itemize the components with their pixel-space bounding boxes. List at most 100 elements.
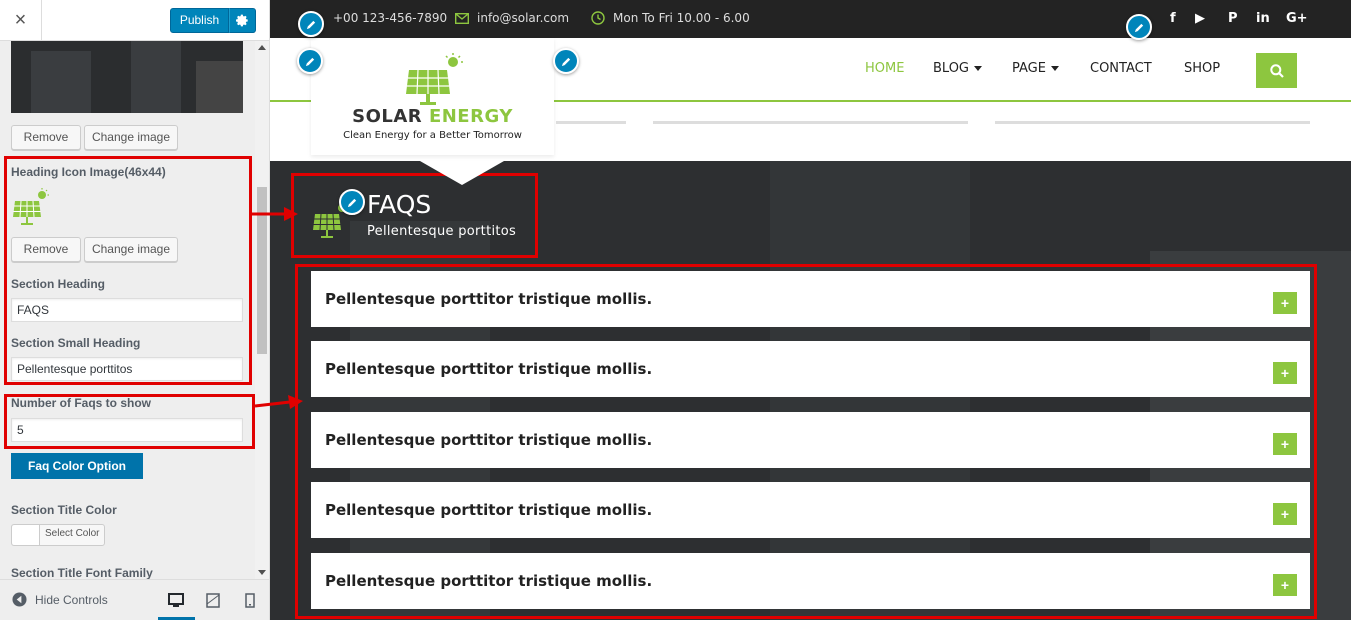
expand-plus-icon[interactable]: + bbox=[1273, 503, 1297, 525]
mobile-preview-button[interactable] bbox=[240, 590, 260, 610]
business-hours: Mon To Fri 10.00 - 6.00 bbox=[613, 11, 750, 25]
publish-settings-button[interactable] bbox=[229, 8, 256, 33]
clock-icon bbox=[591, 11, 605, 25]
nav-page[interactable]: PAGE bbox=[1012, 61, 1059, 76]
section-small-heading-input[interactable]: Pellentesque porttitos bbox=[11, 357, 243, 381]
hide-controls-button[interactable]: Hide Controls bbox=[12, 592, 108, 607]
section-heading-label: Section Heading bbox=[11, 277, 106, 291]
email-address[interactable]: info@solar.com bbox=[477, 11, 569, 25]
heading-icon-label: Heading Icon Image(46x44) bbox=[11, 165, 166, 179]
edit-logo-shortcut[interactable] bbox=[297, 48, 323, 74]
edit-social-shortcut[interactable] bbox=[1126, 14, 1152, 40]
nav-contact[interactable]: CONTACT bbox=[1090, 61, 1152, 76]
pencil-icon bbox=[347, 198, 356, 207]
faq-item[interactable]: Pellentesque porttitor tristique mollis.… bbox=[311, 271, 1310, 327]
youtube-icon[interactable]: ▶ bbox=[1195, 11, 1205, 26]
edit-menu-shortcut[interactable] bbox=[553, 48, 579, 74]
chevron-down-icon bbox=[974, 66, 983, 71]
faq-question: Pellentesque porttitor tristique mollis. bbox=[325, 572, 653, 590]
num-faqs-input[interactable]: 5 bbox=[11, 418, 243, 442]
scrollbar-thumb[interactable] bbox=[257, 187, 267, 354]
expand-plus-icon[interactable]: + bbox=[1273, 292, 1297, 314]
logo-word-energy: ENERGY bbox=[428, 106, 513, 127]
topbar-phone: +00 123-456-7890 bbox=[333, 11, 447, 25]
section-title-color-picker[interactable]: Select Color bbox=[11, 524, 105, 546]
pencil-icon bbox=[306, 20, 315, 29]
nav-page-label: PAGE bbox=[1012, 61, 1046, 76]
scroll-down-icon[interactable] bbox=[258, 570, 266, 575]
color-swatch bbox=[12, 525, 40, 545]
pinterest-icon[interactable]: P bbox=[1228, 11, 1238, 26]
mobile-icon bbox=[245, 592, 255, 608]
desktop-preview-button[interactable] bbox=[166, 590, 186, 610]
expand-plus-icon[interactable]: + bbox=[1273, 362, 1297, 384]
search-icon bbox=[1269, 63, 1284, 78]
faq-question: Pellentesque porttitor tristique mollis. bbox=[325, 501, 653, 519]
faq-item[interactable]: Pellentesque porttitor tristique mollis.… bbox=[311, 341, 1310, 397]
solar-panel-icon bbox=[13, 188, 49, 225]
faq-section-subtitle: Pellentesque porttitos bbox=[367, 224, 517, 239]
site-logo[interactable]: SOLAR ENERGY Clean Energy for a Better T… bbox=[311, 38, 554, 155]
sidebar-scrollbar[interactable] bbox=[255, 41, 269, 579]
gear-icon bbox=[236, 14, 248, 27]
section-small-heading-label: Section Small Heading bbox=[11, 336, 141, 350]
hide-controls-label: Hide Controls bbox=[35, 592, 108, 607]
logo-notch bbox=[420, 161, 504, 185]
logo-title: SOLAR ENERGY bbox=[311, 106, 554, 127]
pencil-icon bbox=[1134, 23, 1143, 32]
phone-number: +00 123-456-7890 bbox=[333, 11, 448, 25]
select-color-label: Select Color bbox=[45, 528, 100, 539]
nav-blog[interactable]: BLOG bbox=[933, 61, 983, 76]
envelope-icon bbox=[455, 12, 469, 24]
topbar-hours: Mon To Fri 10.00 - 6.00 bbox=[591, 11, 750, 25]
google-plus-icon[interactable]: G+ bbox=[1286, 11, 1308, 26]
edit-faq-shortcut[interactable] bbox=[339, 189, 365, 215]
heading-icon-preview bbox=[11, 187, 51, 230]
faq-color-option-button[interactable]: Faq Color Option bbox=[11, 453, 143, 479]
nav-shop[interactable]: SHOP bbox=[1184, 61, 1220, 76]
divider-line bbox=[653, 121, 968, 124]
num-faqs-label: Number of Faqs to show bbox=[11, 396, 152, 410]
topbar-email: info@solar.com bbox=[455, 11, 569, 25]
remove-icon-button[interactable]: Remove bbox=[11, 237, 81, 262]
publish-button[interactable]: Publish bbox=[170, 8, 229, 33]
tablet-icon bbox=[206, 592, 220, 608]
faq-question: Pellentesque porttitor tristique mollis. bbox=[325, 290, 653, 308]
collapse-icon bbox=[12, 592, 27, 607]
divider-line bbox=[995, 121, 1310, 124]
desktop-icon bbox=[168, 592, 184, 607]
customizer-header: × Publish bbox=[0, 0, 269, 41]
customizer-controls[interactable]: Remove Change image Heading Icon Image(4… bbox=[0, 41, 255, 579]
faq-item[interactable]: Pellentesque porttitor tristique mollis.… bbox=[311, 412, 1310, 468]
section-heading-input[interactable]: FAQS bbox=[11, 298, 243, 322]
background-image-preview bbox=[11, 41, 243, 113]
faq-item[interactable]: Pellentesque porttitor tristique mollis.… bbox=[311, 553, 1310, 609]
divider-line bbox=[556, 121, 626, 124]
section-title-color-label: Section Title Color bbox=[11, 503, 117, 517]
logo-tagline: Clean Energy for a Better Tomorrow bbox=[343, 130, 522, 141]
linkedin-icon[interactable]: in bbox=[1256, 11, 1270, 26]
tablet-preview-button[interactable] bbox=[203, 590, 223, 610]
faq-item[interactable]: Pellentesque porttitor tristique mollis.… bbox=[311, 482, 1310, 538]
faq-question: Pellentesque porttitor tristique mollis. bbox=[325, 431, 653, 449]
customizer-sidebar: × Publish Remove Change image Heading Ic… bbox=[0, 0, 270, 620]
solar-panel-logo-icon bbox=[406, 53, 463, 105]
change-icon-button[interactable]: Change image bbox=[84, 237, 178, 262]
nav-blog-label: BLOG bbox=[933, 61, 970, 76]
customizer-footer: Hide Controls bbox=[0, 579, 269, 620]
expand-plus-icon[interactable]: + bbox=[1273, 574, 1297, 596]
change-background-button[interactable]: Change image bbox=[84, 125, 178, 150]
close-icon[interactable]: × bbox=[0, 0, 42, 41]
edit-topbar-shortcut[interactable] bbox=[298, 11, 324, 37]
remove-background-button[interactable]: Remove bbox=[11, 125, 81, 150]
logo-word-solar: SOLAR bbox=[352, 106, 423, 127]
section-title-font-label: Section Title Font Family bbox=[11, 566, 153, 579]
nav-home[interactable]: HOME bbox=[865, 61, 904, 76]
search-button[interactable] bbox=[1256, 53, 1297, 88]
faq-question: Pellentesque porttitor tristique mollis. bbox=[325, 360, 653, 378]
facebook-icon[interactable]: f bbox=[1170, 11, 1176, 26]
pencil-icon bbox=[305, 57, 314, 66]
expand-plus-icon[interactable]: + bbox=[1273, 433, 1297, 455]
scroll-up-icon[interactable] bbox=[258, 45, 266, 50]
site-preview: +00 123-456-7890 info@solar.com Mon To F… bbox=[270, 0, 1351, 620]
